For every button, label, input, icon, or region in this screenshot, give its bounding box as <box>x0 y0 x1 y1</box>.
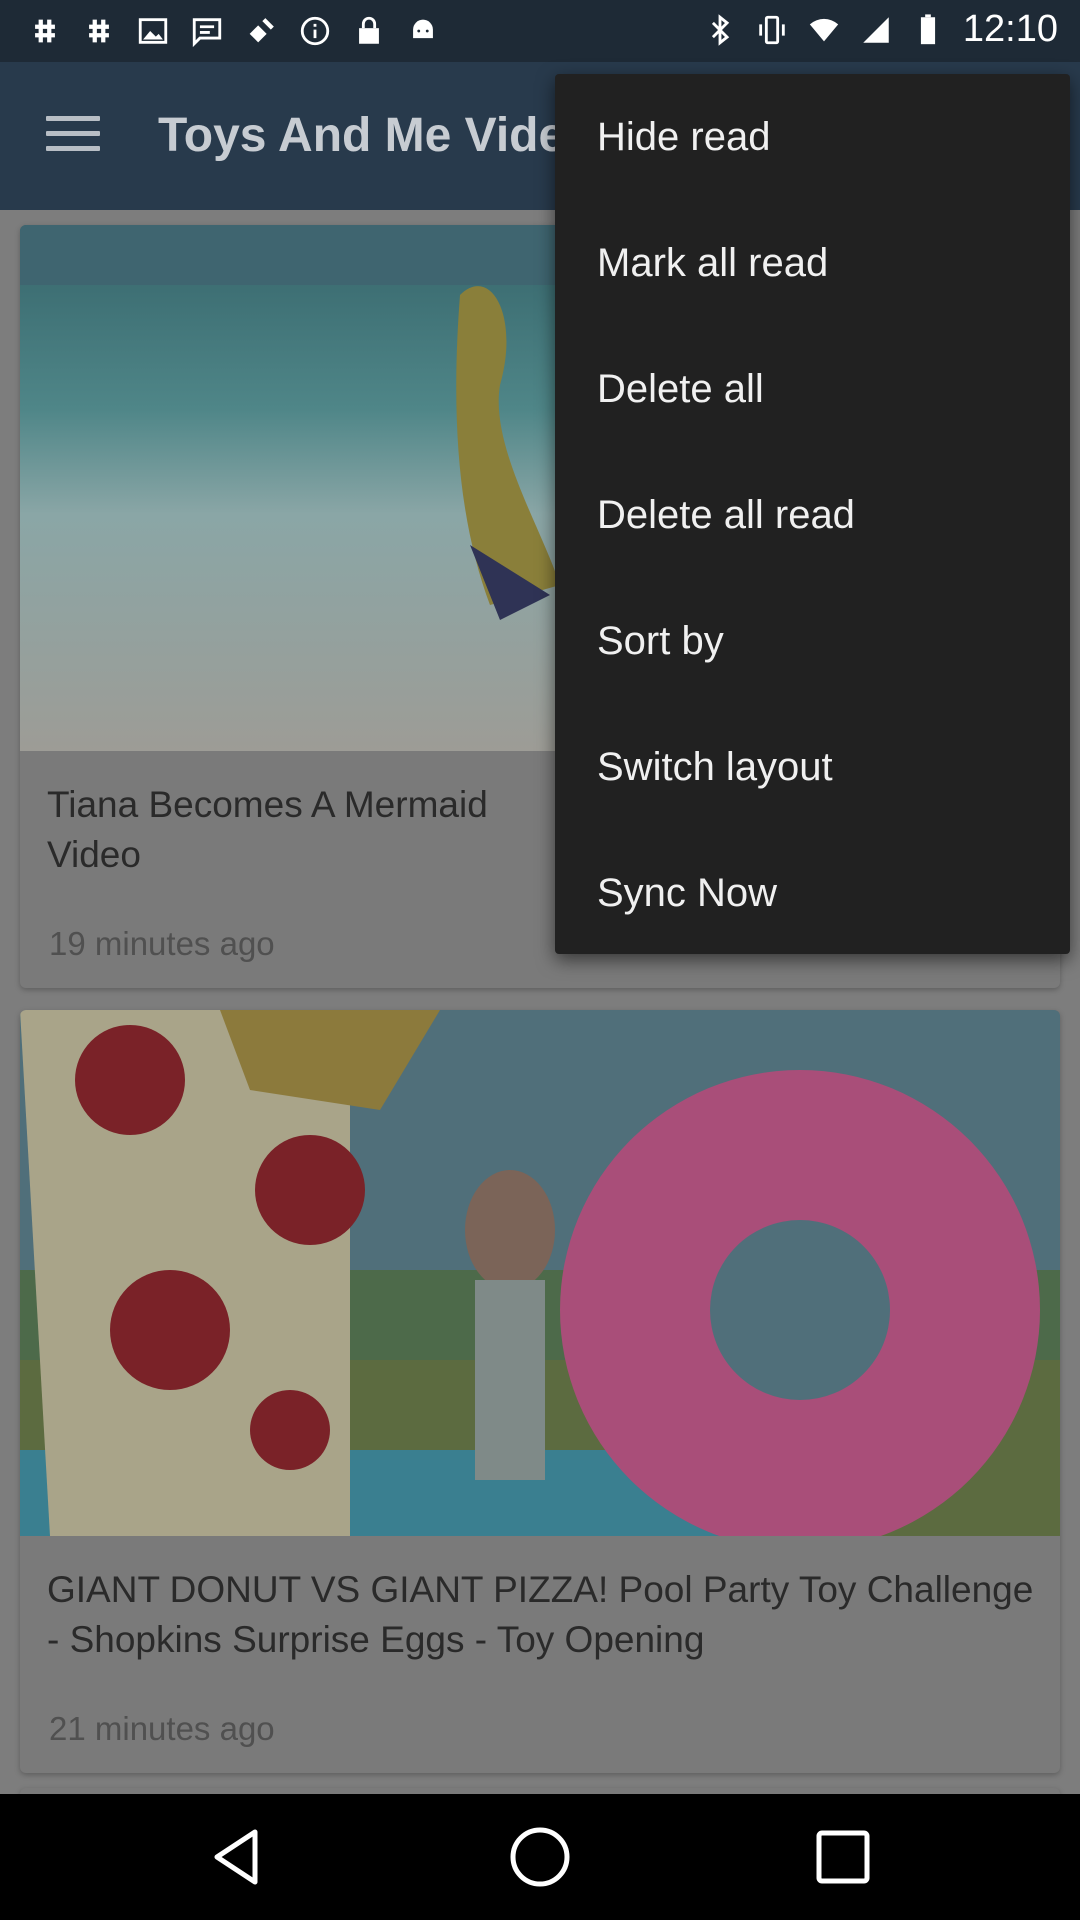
headline[interactable]: GIANT DONUT VS GIANT PIZZA! Pool Party T… <box>47 1565 1037 1665</box>
signal-icon <box>863 16 889 43</box>
info-icon <box>300 16 330 46</box>
android-icon <box>413 19 433 39</box>
message-icon <box>192 18 222 48</box>
lock-icon <box>359 16 379 44</box>
home-icon[interactable] <box>507 1824 573 1890</box>
hamburger-menu-icon[interactable] <box>46 116 100 156</box>
menu-item-sync-now[interactable]: Sync Now <box>555 830 1070 956</box>
navigation-bar <box>0 1794 1080 1920</box>
menu-item-hide-read[interactable]: Hide read <box>555 74 1070 200</box>
timestamp: 21 minutes ago <box>49 1710 275 1747</box>
list-item[interactable]: GIANT DONUT VS GIANT PIZZA! Pool Party T… <box>20 1010 1060 1773</box>
battery-icon <box>920 13 935 44</box>
notification-icons <box>28 14 440 48</box>
system-icons: 12:10 <box>703 8 1058 51</box>
bluetooth-icon <box>711 13 730 46</box>
satellite-icon <box>249 18 274 43</box>
recents-icon[interactable] <box>810 1824 876 1890</box>
menu-item-mark-all-read[interactable]: Mark all read <box>555 200 1070 326</box>
vibrate-icon <box>759 15 785 44</box>
menu-item-delete-all[interactable]: Delete all <box>555 326 1070 452</box>
clock: 12:10 <box>962 8 1058 50</box>
overflow-menu: Hide read Mark all read Delete all Delet… <box>555 74 1070 954</box>
menu-item-switch-layout[interactable]: Switch layout <box>555 704 1070 830</box>
menu-item-sort-by[interactable]: Sort by <box>555 578 1070 704</box>
wifi-icon <box>809 18 839 41</box>
timestamp: 19 minutes ago <box>49 925 275 962</box>
page-title: Toys And Me Vide <box>158 109 566 162</box>
status-bar: 12:10 <box>0 0 1080 62</box>
headline[interactable]: Tiana Becomes A Mermaid Video <box>47 780 567 880</box>
hash-icon <box>35 19 55 43</box>
image-icon <box>138 18 168 44</box>
menu-item-delete-all-read[interactable]: Delete all read <box>555 452 1070 578</box>
hash-icon <box>89 19 109 43</box>
video-thumbnail[interactable] <box>20 1010 1060 1536</box>
back-icon[interactable] <box>205 1824 271 1890</box>
